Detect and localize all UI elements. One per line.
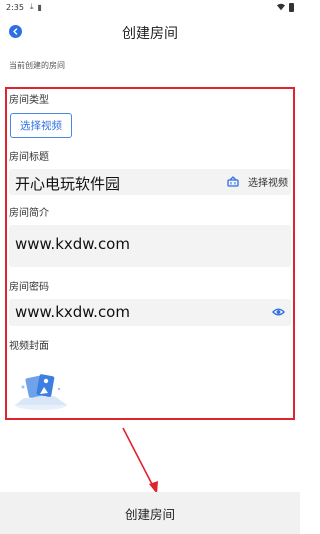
room-type-label: 房间类型 [9, 95, 49, 106]
status-time: 2:35 [6, 2, 24, 12]
basket-icon [227, 176, 239, 187]
image-placeholder-icon[interactable] [13, 367, 69, 411]
video-cover-label: 视频封面 [9, 341, 49, 352]
download-icon: ⤓ [29, 2, 34, 11]
status-bar: 2:35 ⤓ ▮ [0, 0, 300, 14]
sim-card-icon: ▮ [37, 2, 42, 12]
create-room-button[interactable]: 创建房间 [0, 492, 300, 534]
wifi-icon [277, 3, 285, 11]
room-intro-field[interactable]: www.kxdw.com [9, 225, 291, 267]
header: 创建房间 [0, 18, 300, 46]
section-caption: 当前创建的房间 [9, 61, 65, 70]
room-password-field[interactable]: www.kxdw.com [9, 299, 291, 326]
room-title-label: 房间标题 [9, 152, 49, 163]
eye-icon[interactable] [272, 307, 285, 317]
select-video-button[interactable]: 选择视频 [10, 113, 72, 138]
room-password-value: www.kxdw.com [15, 303, 130, 321]
title-select-video-action[interactable]: 选择视频 [227, 174, 288, 189]
annotation-arrow [122, 427, 158, 494]
room-password-label: 房间密码 [9, 282, 49, 293]
title-action-label: 选择视频 [248, 178, 288, 189]
room-title-field[interactable]: 开心电玩软件园 选择视频 [9, 169, 291, 195]
battery-icon [289, 2, 294, 12]
room-intro-label: 房间简介 [9, 208, 49, 219]
page-title: 创建房间 [122, 26, 178, 42]
room-intro-value: www.kxdw.com [15, 235, 130, 253]
room-title-value: 开心电玩软件园 [15, 175, 121, 193]
